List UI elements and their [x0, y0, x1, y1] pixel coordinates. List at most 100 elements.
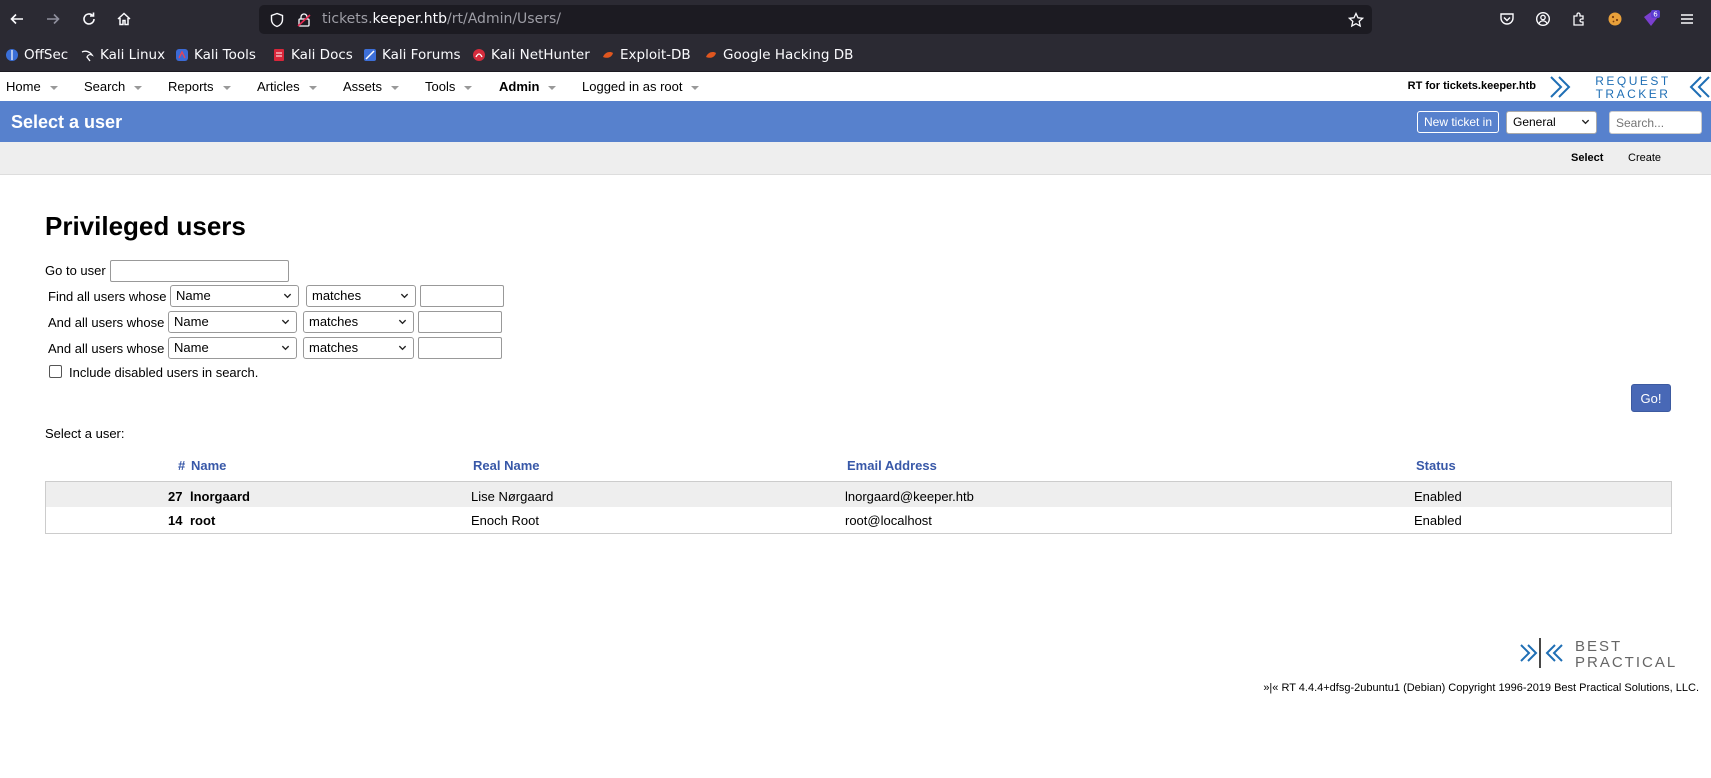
queue-select[interactable]: General: [1506, 111, 1597, 134]
url-bar[interactable]: tickets.keeper.htb/rt/Admin/Users/: [259, 5, 1372, 34]
and-operator-select-1[interactable]: matches: [303, 311, 414, 333]
table-row[interactable]: 27 lnorgaard Lise Nørgaard lnorgaard@kee…: [45, 481, 1672, 508]
col-header-email[interactable]: Email Address: [847, 458, 937, 473]
menu-select-link[interactable]: Select: [1571, 152, 1603, 164]
page-title: Select a user: [11, 112, 123, 132]
cell-status: Enabled: [1414, 489, 1462, 504]
find-value-input[interactable]: [420, 285, 504, 307]
select-a-user-label: Select a user:: [45, 426, 125, 441]
chevron-down-icon: [1581, 119, 1590, 125]
and-value-input-2[interactable]: [418, 337, 502, 359]
chevron-down-icon: [548, 85, 557, 90]
chevron-down-icon: [134, 85, 143, 90]
nav-reports[interactable]: Reports: [168, 79, 231, 94]
bookmark-kali-docs[interactable]: Kali Docs: [272, 46, 353, 64]
bookmark-kali-nethunter[interactable]: Kali NetHunter: [472, 46, 590, 64]
home-icon[interactable]: [112, 7, 136, 31]
include-disabled-label: Include disabled users in search.: [69, 365, 259, 380]
nav-tools[interactable]: Tools: [425, 79, 473, 94]
nav-home[interactable]: Home: [6, 79, 58, 94]
hamburger-menu-icon[interactable]: [1675, 7, 1699, 31]
and-users-label-2: And all users whose: [48, 341, 165, 356]
svg-text:TRACKER: TRACKER: [1596, 87, 1671, 101]
chevron-down-icon: [398, 319, 407, 325]
cell-real-name: Enoch Root: [471, 513, 539, 528]
nav-articles[interactable]: Articles: [257, 79, 317, 94]
account-icon[interactable]: [1531, 7, 1555, 31]
svg-text:BEST: BEST: [1575, 638, 1622, 655]
kali-tools-icon: [175, 48, 189, 62]
request-tracker-logo: REQUEST TRACKER: [1550, 74, 1710, 101]
find-field-select[interactable]: Name: [170, 285, 299, 307]
bookmarks-bar: OffSec Kali Linux Kali Tools Kali Docs K…: [0, 39, 1711, 72]
col-header-real-name[interactable]: Real Name: [473, 458, 539, 473]
col-header-status[interactable]: Status: [1416, 458, 1456, 473]
nav-logged-in-as[interactable]: Logged in as root: [582, 79, 700, 94]
shield-icon[interactable]: [269, 12, 285, 28]
exploit-db-icon: [601, 48, 615, 62]
table-row[interactable]: 14 root Enoch Root root@localhost Enable…: [45, 507, 1672, 534]
include-disabled-checkbox[interactable]: [49, 365, 62, 378]
page-header: Select a user New ticket in General: [0, 101, 1711, 142]
cell-name[interactable]: lnorgaard: [190, 489, 250, 504]
forward-icon[interactable]: [41, 7, 65, 31]
col-header-id[interactable]: #: [178, 458, 185, 473]
chevron-down-icon: [49, 85, 58, 90]
cell-id[interactable]: 14: [168, 513, 182, 528]
purple-extension-icon[interactable]: 6: [1639, 7, 1663, 31]
content-heading: Privileged users: [45, 211, 246, 241]
chevron-down-icon: [281, 319, 290, 325]
cookie-extension-icon[interactable]: [1603, 7, 1627, 31]
cell-email: lnorgaard@keeper.htb: [845, 489, 974, 504]
cell-real-name: Lise Nørgaard: [471, 489, 554, 504]
cell-id[interactable]: 27: [168, 489, 182, 504]
search-input[interactable]: [1609, 111, 1702, 134]
cell-email: root@localhost: [845, 513, 932, 528]
nav-search[interactable]: Search: [84, 79, 143, 94]
bookmark-offsec[interactable]: OffSec: [5, 46, 68, 64]
browser-toolbar: tickets.keeper.htb/rt/Admin/Users/ 6: [0, 0, 1711, 39]
nav-admin[interactable]: Admin: [499, 79, 557, 94]
chevron-down-icon: [222, 85, 231, 90]
best-practical-logo: BEST PRACTICAL: [1520, 638, 1675, 670]
bookmark-exploit-db[interactable]: Exploit-DB: [601, 46, 691, 64]
go-to-user-input[interactable]: [110, 260, 289, 282]
extensions-icon[interactable]: [1567, 7, 1591, 31]
chevron-down-icon: [308, 85, 317, 90]
and-value-input-1[interactable]: [418, 311, 502, 333]
nav-assets[interactable]: Assets: [343, 79, 400, 94]
menu-create-link[interactable]: Create: [1628, 152, 1661, 164]
bookmark-kali-linux[interactable]: Kali Linux: [81, 46, 165, 64]
svg-text:REQUEST: REQUEST: [1595, 74, 1671, 88]
find-operator-select[interactable]: matches: [306, 285, 416, 307]
bookmark-google-hacking-db[interactable]: Google Hacking DB: [704, 46, 853, 64]
kali-dragon-icon: [81, 48, 95, 62]
rt-top-nav: Home Search Reports Articles Assets Tool…: [0, 72, 1711, 101]
kali-forums-icon: [363, 48, 377, 62]
cell-name[interactable]: root: [190, 513, 215, 528]
chevron-down-icon: [691, 85, 700, 90]
go-button[interactable]: Go!: [1631, 384, 1671, 412]
bookmark-star-icon[interactable]: [1348, 12, 1364, 28]
chevron-down-icon: [391, 85, 400, 90]
and-operator-select-2[interactable]: matches: [303, 337, 414, 359]
and-field-select-1[interactable]: Name: [168, 311, 297, 333]
bookmark-kali-tools[interactable]: Kali Tools: [175, 46, 256, 64]
back-icon[interactable]: [5, 7, 29, 31]
chevron-down-icon: [283, 293, 292, 299]
footer-copyright: »|« RT 4.4.4+dfsg-2ubuntu1 (Debian) Copy…: [1263, 682, 1699, 694]
find-users-label: Find all users whose: [48, 289, 167, 304]
pocket-icon[interactable]: [1495, 7, 1519, 31]
new-ticket-button[interactable]: New ticket in: [1417, 111, 1500, 133]
offsec-icon: [5, 48, 19, 62]
reload-icon[interactable]: [77, 7, 101, 31]
col-header-name[interactable]: Name: [191, 458, 226, 473]
and-field-select-2[interactable]: Name: [168, 337, 297, 359]
page-menu: Select Create: [0, 142, 1711, 175]
url-text[interactable]: tickets.keeper.htb/rt/Admin/Users/: [322, 11, 561, 27]
cell-status: Enabled: [1414, 513, 1462, 528]
insecure-lock-icon[interactable]: [296, 12, 312, 28]
bookmark-kali-forums[interactable]: Kali Forums: [363, 46, 461, 64]
chevron-down-icon: [281, 345, 290, 351]
kali-docs-icon: [272, 48, 286, 62]
